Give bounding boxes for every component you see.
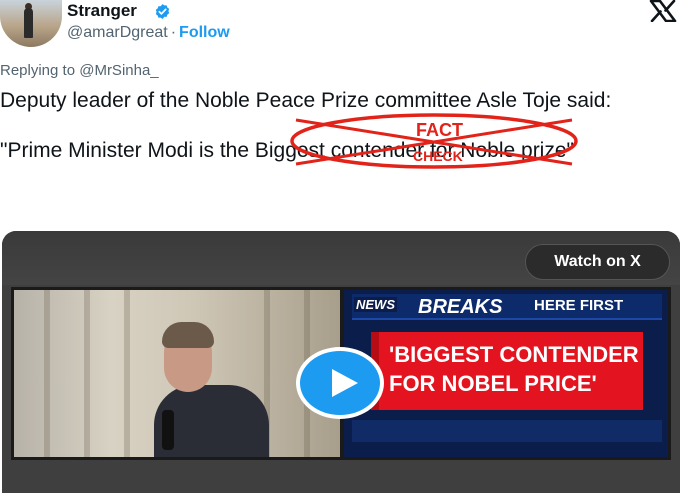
verified-badge-icon	[155, 4, 170, 19]
reply-mention-link[interactable]: @MrSinha_	[79, 62, 158, 79]
news-tag: NEWS	[354, 297, 397, 312]
curtain-fold	[124, 290, 130, 457]
speaker-hair	[162, 322, 214, 348]
author-handle[interactable]: @amarDgreat	[67, 24, 168, 41]
breaks-tag: BREAKS	[418, 296, 503, 318]
fact-check-stamp: FACT CHECK	[290, 113, 578, 169]
news-headline: 'BIGGEST CONTENDER FOR NOBEL PRICE'	[389, 342, 639, 396]
follow-button[interactable]: Follow	[179, 24, 230, 41]
news-lower-strip	[352, 420, 662, 442]
tweet-line-1: Deputy leader of the Noble Peace Prize c…	[0, 89, 612, 112]
author-handle-row: @amarDgreat · Follow	[67, 24, 230, 42]
headline-box: 'BIGGEST CONTENDER FOR NOBEL PRICE'	[371, 332, 643, 410]
play-button[interactable]	[296, 347, 384, 419]
display-name[interactable]: Stranger	[67, 1, 137, 21]
avatar-figure-shape	[24, 8, 33, 38]
microphone	[162, 410, 174, 450]
curtain-fold	[84, 290, 90, 457]
news-graphic: NEWS BREAKS HERE FIRST 'BIGGEST CONTENDE…	[344, 290, 668, 457]
india-flag-icon	[578, 145, 600, 160]
x-logo-icon[interactable]	[648, 0, 678, 22]
curtain-fold	[44, 290, 50, 457]
replying-prefix: Replying to	[0, 62, 76, 79]
replying-to: Replying to @MrSinha_	[0, 62, 159, 79]
separator-dot: ·	[170, 24, 177, 41]
stamp-check-text: CHECK	[413, 148, 463, 164]
avatar[interactable]	[0, 0, 62, 47]
play-icon	[332, 369, 358, 397]
video-player[interactable]: Watch on X NEWS BREAKS HERE FIRST 'BIGGE…	[2, 231, 680, 493]
watch-on-x-button[interactable]: Watch on X	[525, 244, 670, 280]
speaker-footage	[14, 290, 340, 457]
here-first-tag: HERE FIRST	[534, 297, 624, 314]
breaks-bar: NEWS BREAKS HERE FIRST	[352, 294, 662, 320]
stamp-fact-text: FACT	[416, 120, 463, 140]
